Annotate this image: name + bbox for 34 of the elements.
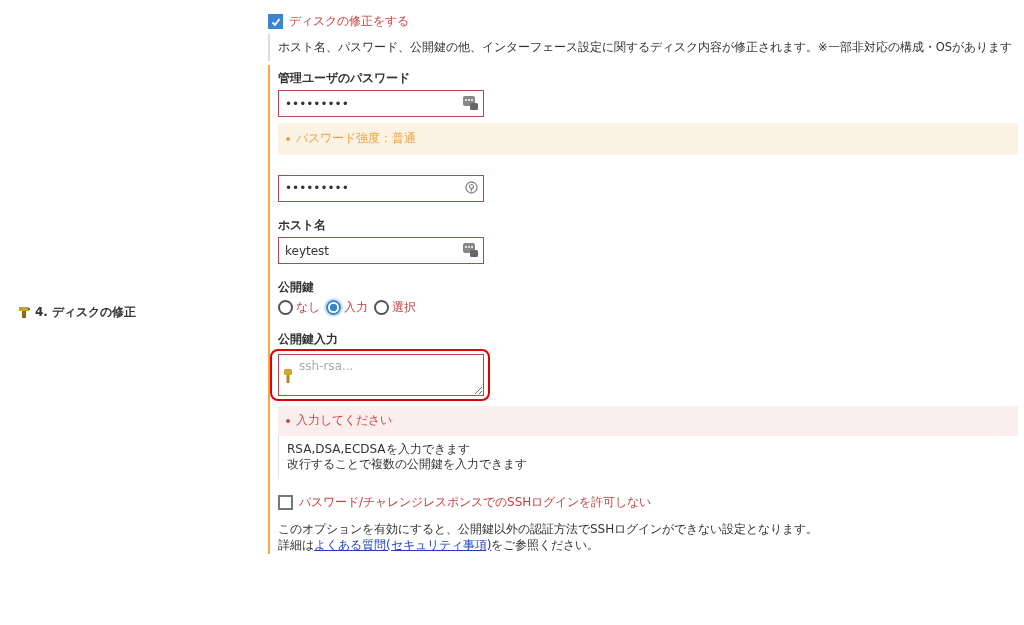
field-label: ホスト名 bbox=[278, 217, 327, 234]
keypad-icon[interactable] bbox=[463, 243, 478, 258]
password-field[interactable]: ••••••••• bbox=[278, 90, 484, 118]
radio-button[interactable] bbox=[278, 300, 293, 316]
keypad-icon[interactable] bbox=[463, 96, 478, 111]
checkbox-label[interactable]: パスワード/チャレンジレスポンスでのSSHログインを許可しない bbox=[299, 494, 652, 511]
hostname-field[interactable]: keytest bbox=[278, 237, 484, 265]
checkbox-label[interactable]: ディスクの修正をする bbox=[289, 14, 409, 30]
radio-button[interactable] bbox=[326, 300, 341, 316]
error-text: 入力してください bbox=[296, 413, 392, 429]
field-label: 公開鍵 bbox=[278, 280, 315, 296]
bullet-icon bbox=[286, 136, 290, 141]
description-text: ホスト名、パスワード、公開鍵の他、インターフェース設定に関するディスク内容が修正されます。※一部非対応の構成・OSがあります bbox=[268, 33, 1018, 61]
bullet-icon bbox=[286, 418, 290, 423]
help-text: RSA,DSA,ECDSAを入力できます bbox=[287, 441, 471, 458]
radio-button[interactable] bbox=[374, 300, 389, 316]
circle-icon[interactable] bbox=[465, 180, 478, 194]
note-text: このオプションを有効にすると、公開鍵以外の認証方法でSSHログインができない設定となります。 bbox=[278, 522, 820, 539]
field-label: 管理ユーザのパスワード bbox=[278, 70, 411, 87]
note-text: 詳細はよくある質問(セキュリティ事項)をご参照ください。 bbox=[278, 538, 601, 554]
radio-label[interactable]: なし bbox=[296, 299, 320, 316]
checkbox[interactable] bbox=[268, 14, 283, 30]
radio-label[interactable]: 入力 bbox=[344, 299, 368, 316]
checkbox[interactable] bbox=[278, 495, 293, 511]
faq-link[interactable]: よくある質問(セキュリティ事項) bbox=[314, 538, 492, 553]
public-key-field[interactable]: ssh-rsa... bbox=[278, 354, 484, 397]
help-text: 改行することで複数の公開鍵を入力できます bbox=[287, 457, 528, 473]
strength-text: パスワード強度：普通 bbox=[296, 131, 416, 147]
key-icon bbox=[284, 369, 292, 384]
radio-label[interactable]: 選択 bbox=[392, 299, 416, 316]
tool-icon bbox=[18, 306, 31, 319]
section-label: 4. ディスクの修正 bbox=[35, 304, 137, 321]
field-label: 公開鍵入力 bbox=[278, 331, 339, 348]
password-confirm-field[interactable]: ••••••••• bbox=[278, 174, 484, 202]
